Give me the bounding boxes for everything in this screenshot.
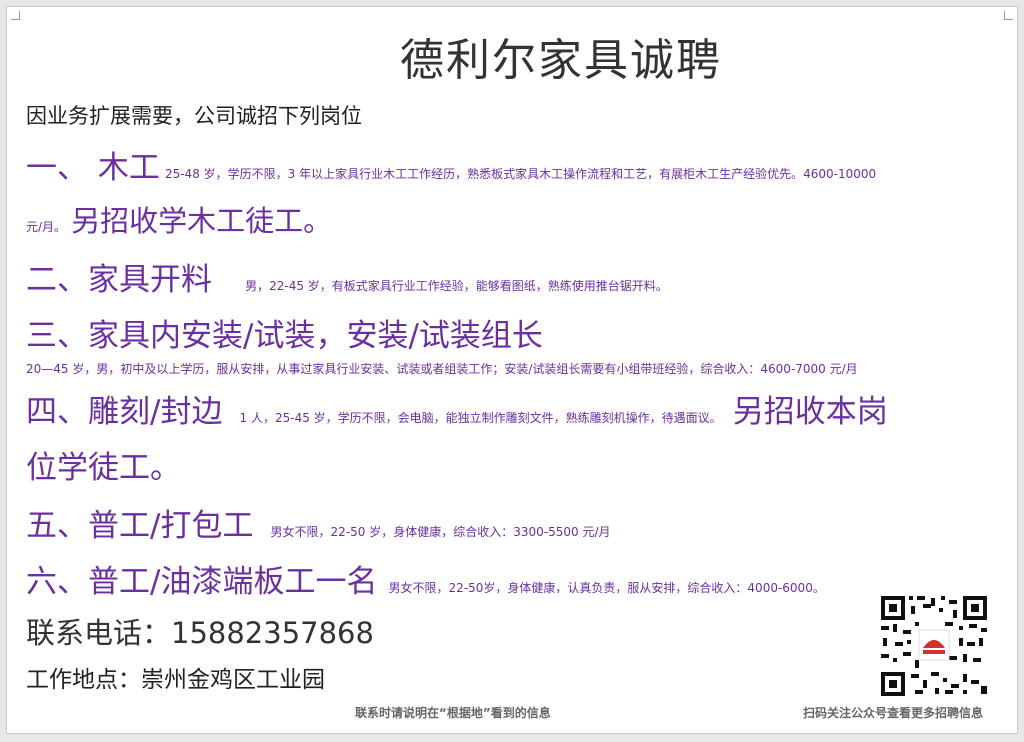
job-4-cont: 位学徒工。 (26, 442, 181, 487)
job-2-heading: 二、家具开料 (26, 262, 212, 298)
job-3-details: 20—45 岁，男，初中及以上学历，服从安排，从事过家具行业安装、试装或者组装工… (26, 362, 858, 376)
job-6-details: 男女不限，22-50岁，身体健康，认真负责，服从安排，综合收入：4000-600… (388, 581, 825, 595)
job-4-extra: 另招收本岗 (732, 394, 888, 430)
job-1: 一、 木工 25-48 岁，学历不限，3 年以上家具行业木工工作经历，熟悉板式家… (26, 142, 876, 187)
crop-mark-top-left (11, 11, 20, 20)
job-2: 二、家具开料 男，22-45 岁，有板式家具行业工作经验，能够看图纸，熟练使用推… (26, 254, 668, 299)
job-2-details: 男，22-45 岁，有板式家具行业工作经验，能够看图纸，熟练使用推台锯开料。 (245, 279, 668, 293)
job-4-details: 1 人，25-45 岁，学历不限，会电脑，能独立制作雕刻文件，熟练雕刻机操作，待… (239, 411, 722, 425)
job-1-heading: 一、 木工 (26, 150, 160, 186)
qr-code-icon[interactable] (879, 594, 989, 698)
job-4-extra-cont: 位学徒工。 (26, 450, 181, 486)
job-5-details: 男女不限，22-50 岁，身体健康，综合收入：3300-5500 元/月 (270, 525, 611, 539)
job-5: 五、普工/打包工 男女不限，22-50 岁，身体健康，综合收入：3300-550… (26, 500, 611, 545)
job-3-heading: 三、家具内安装/试装，安装/试装组长 (26, 318, 543, 354)
job-4: 四、雕刻/封边 1 人，25-45 岁，学历不限，会电脑，能独立制作雕刻文件，熟… (26, 386, 888, 431)
job-1-cont: 元/月。 另招收学木工徒工。 (26, 198, 332, 240)
footer-note-left: 联系时请说明在“根据地”看到的信息 (355, 706, 551, 720)
intro-text: 因业务扩展需要，公司诚招下列岗位 (26, 104, 362, 128)
work-address: 工作地点：崇州金鸡区工业园 (26, 667, 325, 693)
crop-mark-top-right (1004, 11, 1013, 20)
page-title: 德利尔家具诚聘 (400, 35, 722, 86)
job-6: 六、普工/油漆端板工一名 男女不限，22-50岁，身体健康，认真负责，服从安排，… (26, 556, 825, 601)
job-5-heading: 五、普工/打包工 (26, 508, 254, 544)
job-3: 三、家具内安装/试装，安装/试装组长 (26, 310, 543, 355)
job-3-cont: 20—45 岁，男，初中及以上学历，服从安排，从事过家具行业安装、试装或者组装工… (26, 358, 858, 377)
footer-note-right: 扫码关注公众号查看更多招聘信息 (803, 706, 984, 720)
job-6-heading: 六、普工/油漆端板工一名 (26, 564, 378, 600)
job-1-details: 25-48 岁，学历不限，3 年以上家具行业木工工作经历，熟悉板式家具木工操作流… (164, 167, 877, 181)
job-1-details-cont: 元/月。 (26, 220, 67, 234)
job-4-heading: 四、雕刻/封边 (26, 394, 223, 430)
contact-phone: 联系电话：15882357868 (26, 616, 374, 650)
job-1-extra: 另招收学木工徒工。 (71, 204, 333, 238)
